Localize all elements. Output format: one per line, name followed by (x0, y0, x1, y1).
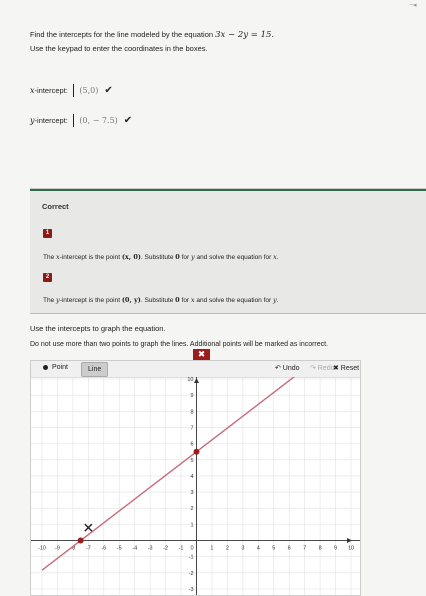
x-tick-label: 8 (319, 546, 322, 552)
y-intercept-input[interactable]: (0, − 7.5) (79, 116, 117, 125)
feedback-title: Correct (42, 202, 69, 211)
redo-button[interactable]: ↷ Redo (310, 364, 335, 372)
point-icon (43, 364, 48, 370)
y-tick-label: 4 (190, 474, 193, 480)
x-tick-label: -1 (179, 546, 184, 552)
step-1-text: The x-intercept is the point (x, 0). Sub… (43, 253, 279, 261)
y-intercept-row: y-intercept: (0, − 7.5) ✔ (30, 114, 132, 127)
undo-button[interactable]: ↶ Undo (275, 364, 300, 372)
y-tick-label: 3 (190, 490, 193, 496)
checkmark-icon: ✔ (104, 85, 113, 96)
x-tick-label: 9 (334, 546, 337, 552)
feedback-panel: Correct 1 The x-intercept is the point (… (30, 188, 426, 314)
equation: 3x − 2y = 15. (215, 30, 275, 40)
x-tick-label: 10 (348, 546, 354, 552)
window-top-bar: −◂ (0, 0, 426, 12)
x-tick-label: 5 (272, 546, 275, 552)
y-tick-label: -3 (189, 587, 194, 593)
step-badge[interactable]: 2 (43, 273, 52, 282)
x-tick-label: 6 (288, 546, 291, 552)
x-intercept-label: x-intercept: (30, 86, 68, 95)
origin-label: 0 (190, 546, 193, 552)
checkmark-icon: ✔ (123, 115, 133, 126)
y-tick-label: -1 (189, 555, 194, 561)
x-intercept-input[interactable]: (5,0) (79, 86, 98, 95)
y-tick-label: 9 (190, 393, 193, 399)
x-tick-label: -3 (148, 546, 153, 552)
step-badge[interactable]: 1 (43, 229, 52, 238)
plotted-point[interactable] (77, 537, 84, 544)
collapse-icon[interactable]: −◂ (409, 1, 416, 9)
x-tick-label: 4 (257, 546, 260, 552)
y-intercept-label: y-intercept: (30, 116, 68, 125)
graph-instructions: Use the intercepts to graph the equation… (30, 324, 166, 333)
y-tick-label: 2 (190, 506, 193, 512)
x-intercept-row: x-intercept: (5,0) ✔ (30, 84, 113, 97)
graph-warning: Do not use more than two points to graph… (30, 341, 329, 348)
graph-panel: Point Line ↶ Undo ↷ Redo ✖ Reset -10 -9 -8… (30, 360, 361, 596)
y-tick-label: 1 (190, 522, 193, 528)
x-tick-label: -4 (132, 546, 137, 552)
x-tick-label: -6 (101, 546, 106, 552)
graph-canvas[interactable]: -10 -9 -8 -7 -6 -5 -4 -3 -2 -1 1 2 3 4 5 6 7 8 9 10-3-2-112… (31, 377, 360, 595)
close-warning-button[interactable]: ✖ (193, 349, 210, 360)
x-tick-label: 7 (303, 546, 306, 552)
y-tick-label: 5 (190, 458, 193, 464)
y-tick-label: 6 (190, 442, 193, 448)
x-tick-label: 2 (226, 546, 229, 552)
prompt-text: Find the intercepts for the line modeled… (30, 30, 216, 39)
feedback-accent-bar (30, 189, 426, 191)
x-tick-label: 1 (210, 546, 213, 552)
step-2-text: The y-intercept is the point (0, y). Sub… (43, 296, 279, 304)
y-tick-label: 8 (190, 409, 193, 415)
y-tick-label: 7 (190, 425, 193, 431)
x-tick-label: -5 (117, 546, 122, 552)
x-tick-label: -2 (163, 546, 168, 552)
x-tick-label: -9 (55, 546, 60, 552)
graph-toolbar: Point Line ↶ Undo ↷ Redo ✖ Reset (31, 361, 360, 378)
x-tick-label: -7 (86, 546, 91, 552)
point-tool-button[interactable]: Point (43, 364, 68, 371)
y-tick-label: 10 (187, 377, 193, 383)
plotted-point[interactable] (193, 448, 200, 455)
reset-button[interactable]: ✖ Reset (333, 364, 359, 372)
question-instructions: Use the keypad to enter the coordinates … (30, 44, 208, 53)
x-tick-label: -10 (38, 546, 46, 552)
input-cursor (72, 114, 75, 127)
y-tick-label: -2 (189, 571, 194, 577)
x-tick-label: 3 (241, 546, 244, 552)
question-prompt: Find the intercepts for the line modeled… (30, 30, 274, 40)
line-tool-button[interactable]: Line (81, 362, 109, 377)
input-cursor (72, 84, 75, 97)
